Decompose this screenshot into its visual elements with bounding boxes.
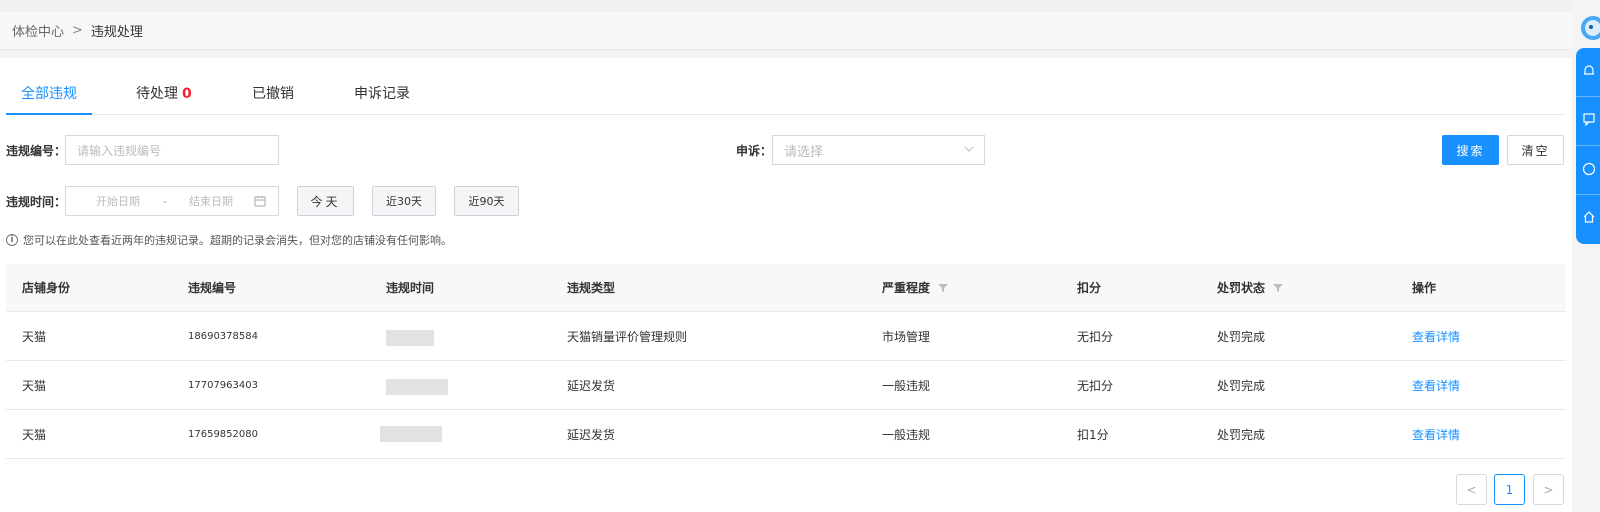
- cell-violation-no: 17659852080: [188, 428, 258, 440]
- cell-status: 处罚完成: [1217, 329, 1266, 344]
- header-status-label: 处罚状态: [1217, 281, 1266, 295]
- table-header: 店铺身份 违规编号 违规时间 违规类型 严重程度 扣分 处罚状态 操作: [6, 264, 1566, 312]
- cell-violation-no: 17707963403: [188, 379, 258, 391]
- calendar-icon: [254, 196, 266, 207]
- cell-status: 处罚完成: [1217, 427, 1266, 442]
- cell-severity: 一般违规: [882, 378, 931, 393]
- quick-30-days-button[interactable]: 近30天: [372, 186, 436, 216]
- breadcrumb-separator: >: [72, 23, 83, 38]
- appeal-label: 申诉：: [736, 144, 773, 158]
- header-violation-no: 违规编号: [188, 281, 237, 295]
- toolbar-divider: [1576, 194, 1600, 195]
- tab-label: 待处理: [136, 86, 178, 102]
- tab-bar: 全部违规 待处理 0 已撤销 申诉记录: [6, 76, 1566, 115]
- breadcrumb-root[interactable]: 体检中心: [12, 21, 64, 40]
- tab-label: 已撤销: [252, 86, 294, 102]
- quick-90-days-button[interactable]: 近90天: [454, 186, 519, 216]
- end-date-placeholder: 结束日期: [189, 195, 233, 208]
- toolbar-divider: [1576, 145, 1600, 146]
- redacted-time: [380, 426, 442, 442]
- header-shop: 店铺身份: [22, 281, 71, 295]
- info-icon: i: [6, 234, 18, 246]
- bell-icon[interactable]: [1582, 64, 1596, 78]
- cell-status: 处罚完成: [1217, 378, 1266, 393]
- table-row: 天猫 18690378584 天猫销量评价管理规则 市场管理 无扣分 处罚完成 …: [6, 312, 1566, 361]
- cell-violation-type: 延迟发货: [567, 378, 616, 393]
- home-icon[interactable]: [1582, 210, 1596, 224]
- filter-icon[interactable]: [938, 283, 949, 293]
- cell-violation-type: 天猫销量评价管理规则: [567, 329, 688, 344]
- tab-revoked[interactable]: 已撤销: [252, 76, 294, 115]
- tab-label: 全部违规: [21, 86, 77, 102]
- table-row: 天猫 17707963403 延迟发货 一般违规 无扣分 处罚完成 查看详情: [6, 361, 1566, 410]
- toolbar-divider: [1576, 96, 1600, 97]
- quick-today-button[interactable]: 今天: [297, 186, 354, 216]
- violation-no-placeholder: 请输入违规编号: [77, 143, 162, 158]
- redacted-violation-times: [374, 264, 494, 410]
- header-severity: 严重程度: [882, 264, 949, 311]
- cell-violation-no: 18690378584: [188, 330, 258, 342]
- cell-shop: 天猫: [22, 329, 47, 344]
- cell-points: 无扣分: [1077, 378, 1114, 393]
- assistant-robot-icon[interactable]: [1577, 14, 1600, 44]
- pending-count-badge: 0: [182, 86, 192, 102]
- view-details-link[interactable]: 查看详情: [1412, 361, 1460, 409]
- retention-notice: i 您可以在此处查看近两年的违规记录。超期的记录会消失，但对您的店铺没有任何影响…: [6, 232, 452, 248]
- tab-appeal-records[interactable]: 申诉记录: [354, 76, 410, 115]
- view-details-link[interactable]: 查看详情: [1412, 312, 1460, 360]
- notice-text: 您可以在此处查看近两年的违规记录。超期的记录会消失，但对您的店铺没有任何影响。: [23, 234, 452, 247]
- pagination-page-1[interactable]: 1: [1494, 474, 1525, 505]
- pagination-prev-button[interactable]: <: [1456, 474, 1487, 505]
- clear-button[interactable]: 清空: [1507, 135, 1564, 165]
- cell-shop: 天猫: [22, 378, 47, 393]
- header-severity-label: 严重程度: [882, 281, 931, 295]
- view-details-link[interactable]: 查看详情: [1412, 410, 1460, 458]
- violations-table: 店铺身份 违规编号 违规时间 违规类型 严重程度 扣分 处罚状态 操作 天猫 1…: [6, 264, 1566, 459]
- redacted-time: [386, 330, 434, 346]
- breadcrumb-current: 违规处理: [90, 25, 143, 40]
- violation-no-label: 违规编号：: [6, 144, 67, 158]
- search-button[interactable]: 搜索: [1442, 135, 1499, 165]
- cell-points: 无扣分: [1077, 329, 1114, 344]
- appeal-placeholder: 请选择: [784, 144, 824, 160]
- tab-all-violations[interactable]: 全部违规: [6, 76, 92, 115]
- top-bar: [0, 0, 1572, 12]
- cell-violation-type: 延迟发货: [567, 427, 616, 442]
- violation-no-input[interactable]: 请输入违规编号: [65, 135, 279, 165]
- cell-severity: 市场管理: [882, 329, 931, 344]
- pagination-next-button[interactable]: >: [1533, 474, 1564, 505]
- header-status: 处罚状态: [1217, 264, 1284, 311]
- appeal-select[interactable]: 请选择: [772, 135, 985, 165]
- redacted-time: [386, 379, 448, 395]
- cell-severity: 一般违规: [882, 427, 931, 442]
- filter-icon[interactable]: [1273, 283, 1284, 293]
- main-panel: 全部违规 待处理 0 已撤销 申诉记录 违规编号： 请输入违规编号 申诉： 请选择…: [0, 58, 1572, 512]
- date-range-picker[interactable]: 开始日期 - 结束日期: [65, 186, 279, 216]
- breadcrumb: 体检中心 > 违规处理: [0, 12, 1572, 50]
- tab-pending[interactable]: 待处理 0: [136, 76, 192, 115]
- message-icon[interactable]: [1582, 112, 1596, 126]
- header-violation-type: 违规类型: [567, 281, 616, 295]
- chevron-down-icon: [964, 146, 974, 152]
- table-row: 天猫 17659852080 延迟发货 一般违规 扣1分 处罚完成 查看详情: [6, 410, 1566, 459]
- floating-toolbar: [1576, 48, 1600, 244]
- header-points: 扣分: [1077, 281, 1102, 295]
- violation-time-label: 违规时间：: [6, 195, 67, 209]
- header-action: 操作: [1412, 281, 1437, 295]
- range-separator: -: [163, 194, 167, 208]
- help-icon[interactable]: [1582, 162, 1596, 176]
- tab-label: 申诉记录: [354, 86, 410, 102]
- cell-shop: 天猫: [22, 427, 47, 442]
- start-date-placeholder: 开始日期: [96, 195, 140, 208]
- cell-points: 扣1分: [1077, 427, 1109, 442]
